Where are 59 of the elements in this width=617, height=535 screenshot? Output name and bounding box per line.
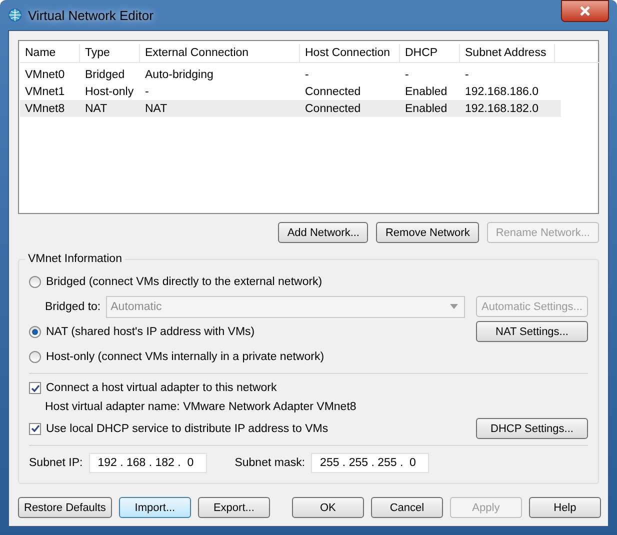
group-title: VMnet Information [27,253,123,265]
field-label: Subnet mask: [234,456,306,468]
table-cell-text: Host-only [84,86,135,98]
table-cell-text: VMnet0 [24,68,66,80]
radio-button[interactable] [29,350,41,362]
dialog-button[interactable]: Cancel [370,497,443,518]
radio-label: Bridged (connect VMs directly to the external network) [46,276,322,288]
table-cell-text: Connected [304,102,362,114]
dialog-button[interactable]: Export... [198,497,270,518]
checkbox-label: Use local DHCP service to distribute IP address to VMs [46,422,328,434]
dhcp-settings-button[interactable]: DHCP Settings... [476,418,588,439]
network-button[interactable]: Add Network... [278,222,368,243]
table-cell-text: Connected [304,86,362,98]
radio-button[interactable] [29,276,41,288]
table-cell-text: Bridged [84,68,126,80]
table-cell-text: 192.168.186.0 [464,86,540,98]
table-row[interactable]: VMnet8 NAT NAT Connected Enabled 192.168.182.0 [20,100,561,117]
subnet-mask-field[interactable]: 255 . 255 . 255 . 0 [311,452,430,472]
table-cell-text: Enabled [404,102,448,114]
table-row[interactable]: VMnet1 Host-only - Connected Enabled 192.168.186.0 [20,83,561,100]
radio-label: Host-only (connect VMs internally in a private network) [46,350,324,362]
table-cell-text: NAT [84,102,108,114]
table-cell-text: 192.168.182.0 [464,102,540,114]
dialog-button[interactable]: Restore Defaults [18,497,112,518]
checkbox-label: Connect a host virtual adapter to this network [46,382,277,394]
table-cell-text: Auto-bridging [144,68,214,80]
checkbox[interactable] [29,382,41,394]
radio-button[interactable] [29,326,41,338]
table-cell-text: - [464,68,470,80]
table-cell-text: NAT [144,102,168,114]
field-label: Bridged to: [45,300,101,312]
field-label: Subnet IP: [29,456,83,468]
subnet-ip-field[interactable]: 192 . 168 . 182 . 0 [88,452,207,472]
checkbox[interactable] [29,422,41,434]
dialog-button[interactable]: Import... [118,497,191,518]
table-cell-text: - [404,68,410,80]
close-button[interactable] [561,0,609,22]
column-header[interactable]: Name [20,44,80,62]
table-cell-text: VMnet1 [24,86,66,98]
table-row[interactable]: VMnet0 Bridged Auto-bridging - - - [20,66,561,83]
window-title: Virtual Network Editor [28,8,154,22]
close-icon [579,6,591,16]
column-header[interactable]: Host Connection [300,44,400,62]
table-cell-text: - [144,86,150,98]
column-header[interactable]: Subnet Address [460,44,555,62]
dialog-button[interactable]: OK [292,497,364,518]
network-button[interactable]: Remove Network [376,222,479,243]
column-header[interactable]: Type [80,44,140,62]
dropdown-arrow-icon [450,304,458,309]
column-header[interactable]: External Connection [140,44,300,62]
table-cell-text: - [304,68,310,80]
nat-settings-button[interactable]: NAT Settings... [476,321,588,342]
adapter-name-text: Host virtual adapter name: VMware Network Adapter VMnet8 [45,401,356,413]
globe-icon [8,8,22,22]
column-header[interactable]: DHCP [400,44,460,62]
dialog-button[interactable]: Help [528,497,601,518]
radio-label: NAT (shared host's IP address with VMs) [46,326,255,338]
table-cell-text: Enabled [404,86,448,98]
table-cell-text: VMnet8 [24,102,66,114]
